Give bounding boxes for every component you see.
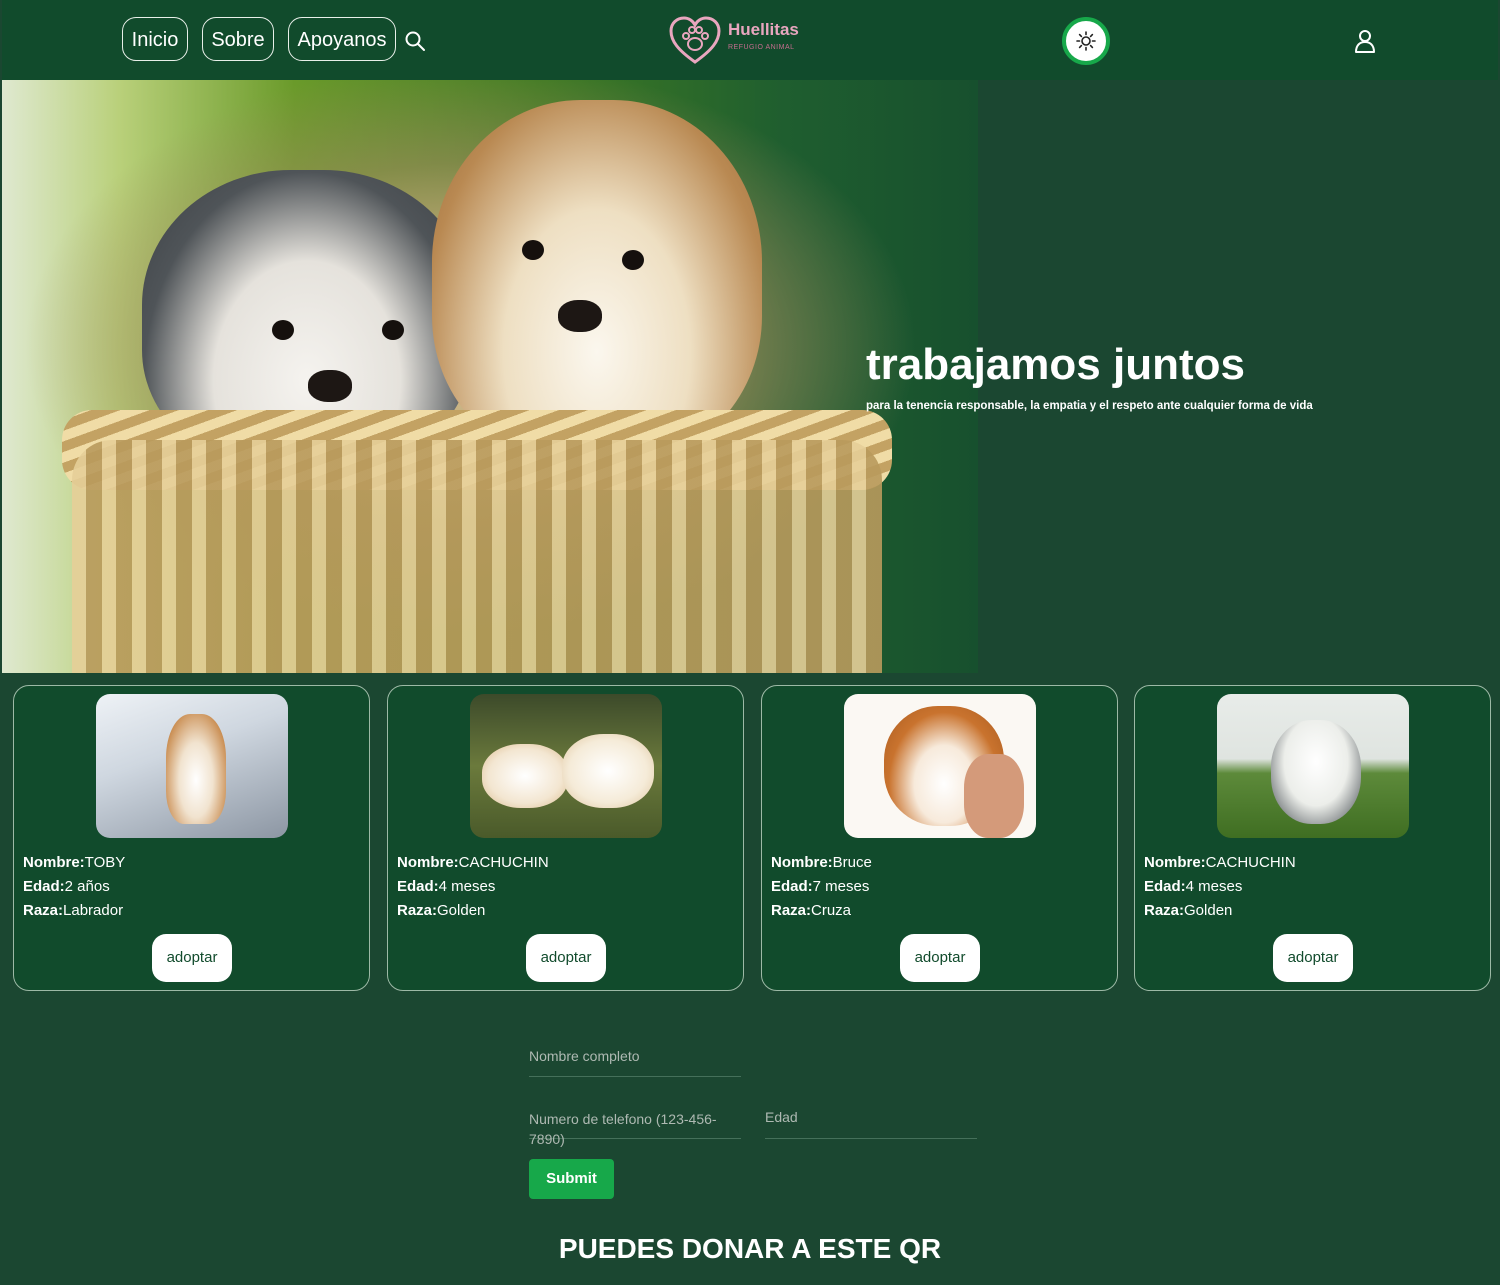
search-icon[interactable] — [404, 30, 426, 52]
golden-puppy — [432, 100, 762, 460]
nav-sobre-button[interactable]: Sobre — [202, 17, 274, 61]
adopt-button[interactable]: adoptar — [152, 934, 232, 982]
pet-photo — [844, 694, 1036, 838]
user-icon[interactable] — [1353, 28, 1377, 54]
logo-subtitle: REFUGIO ANIMAL — [728, 44, 795, 51]
donate-heading: PUEDES DONAR A ESTE QR — [558, 1233, 942, 1264]
hero-image — [2, 80, 978, 673]
name-input[interactable]: Nombre completo — [529, 1048, 741, 1077]
pet-breed: Raza:Labrador — [23, 902, 124, 919]
pet-photo — [1217, 694, 1409, 838]
adopt-button[interactable]: adoptar — [526, 934, 606, 982]
pet-name: Nombre:Bruce — [771, 854, 872, 871]
hero-subtitle: para la tenencia responsable, la empatia… — [866, 400, 1313, 412]
pet-card: Nombre:TOBY Edad:2 años Raza:Labrador ad… — [13, 685, 370, 991]
pet-age: Edad:7 meses — [771, 878, 870, 895]
pet-card: Nombre:Bruce Edad:7 meses Raza:Cruza ado… — [761, 685, 1118, 991]
pet-card: Nombre:CACHUCHIN Edad:4 meses Raza:Golde… — [1134, 685, 1491, 991]
adopt-button[interactable]: adoptar — [900, 934, 980, 982]
top-navbar: Inicio Sobre Apoyanos Huellitas REFUGIO … — [2, 0, 1498, 80]
pet-breed: Raza:Cruza — [771, 902, 852, 919]
pet-name: Nombre:TOBY — [23, 854, 126, 871]
nav-inicio-button[interactable]: Inicio — [122, 17, 188, 61]
theme-toggle-button[interactable] — [1062, 17, 1110, 65]
adopt-button[interactable]: adoptar — [1273, 934, 1353, 982]
sun-icon — [1076, 31, 1096, 51]
pet-age: Edad:4 meses — [397, 878, 496, 895]
age-input[interactable]: Edad — [765, 1109, 977, 1139]
logo-title: Huellitas — [728, 20, 799, 39]
pet-age: Edad:2 años — [23, 878, 110, 895]
wicker-basket — [72, 440, 882, 673]
pet-breed: Raza:Golden — [397, 902, 486, 919]
brand-logo[interactable]: Huellitas REFUGIO ANIMAL — [668, 14, 828, 66]
pet-photo — [470, 694, 662, 838]
pet-age: Edad:4 meses — [1144, 878, 1243, 895]
pet-name: Nombre:CACHUCHIN — [1144, 854, 1296, 871]
pet-breed: Raza:Golden — [1144, 902, 1233, 919]
nav-apoyanos-button[interactable]: Apoyanos — [288, 17, 396, 61]
pet-name: Nombre:CACHUCHIN — [397, 854, 549, 871]
submit-button[interactable]: Submit — [529, 1159, 614, 1199]
hero-title: trabajamos juntos — [866, 340, 1245, 389]
phone-input[interactable]: Numero de telefono (123-456-7890) — [529, 1109, 741, 1147]
heart-paw-icon — [669, 16, 721, 64]
pet-photo — [96, 694, 288, 838]
pet-card: Nombre:CACHUCHIN Edad:4 meses Raza:Golde… — [387, 685, 744, 991]
